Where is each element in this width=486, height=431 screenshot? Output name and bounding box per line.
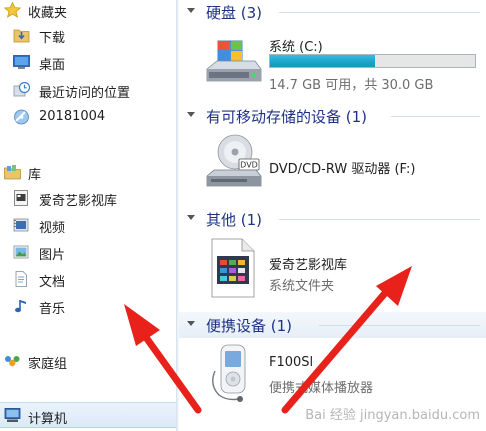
group-title: 有可移动存储的设备 (1) (206, 108, 368, 126)
chevron-down-icon (187, 215, 195, 220)
svg-text:DVD: DVD (240, 161, 258, 170)
documents-icon (15, 271, 27, 287)
nav-item-label: 图片 (39, 248, 66, 263)
nav-libraries[interactable]: 库 (0, 161, 176, 183)
music-icon (15, 300, 26, 313)
nav-computer-label: 计算机 (28, 412, 68, 427)
drive-c[interactable]: 系统 (C:) 14.7 GB 可用，共 30.0 GB (179, 30, 479, 94)
media-player-icon (212, 344, 246, 402)
nav-item-music[interactable]: 音乐 (0, 295, 176, 317)
nav-homegroup[interactable]: 家庭组 (0, 350, 176, 372)
portable-device-f100sl[interactable]: F100Sl 便携式媒体播放器 (179, 343, 479, 413)
group-divider (279, 12, 480, 13)
disc-folder-icon (14, 109, 29, 125)
nav-item-downloads[interactable]: 下载 (0, 24, 176, 46)
nav-item-label: 文档 (39, 275, 66, 290)
iqiyi-library-item[interactable]: 爱奇艺影视库 系统文件夹 (179, 236, 479, 302)
desktop-icon (13, 55, 30, 69)
chevron-down-icon (187, 112, 195, 117)
drive-usage-bar (269, 54, 476, 68)
star-icon (4, 2, 21, 18)
nav-computer[interactable]: 计算机 (0, 402, 176, 428)
group-divider (391, 116, 480, 117)
group-hard-disks[interactable]: 硬盘 (3) (179, 0, 486, 24)
nav-item-pictures[interactable]: 图片 (0, 241, 176, 263)
nav-item-label: 下载 (39, 31, 66, 46)
navigation-pane: 收藏夹 下载 桌面 最近访问的位置 20181004 库 爱奇艺影视库 视频 图… (0, 0, 176, 431)
computer-icon (4, 408, 21, 422)
drive-free-space: 14.7 GB 可用，共 30.0 GB (269, 78, 434, 93)
group-portable-devices[interactable]: 便携设备 (1) (179, 312, 486, 338)
group-divider (279, 219, 480, 220)
homegroup-icon (5, 356, 20, 367)
device-name: F100Sl (269, 355, 314, 370)
group-removable-storage[interactable]: 有可移动存储的设备 (1) (179, 104, 486, 128)
nav-favorites[interactable]: 收藏夹 (0, 0, 176, 21)
media-library-icon (14, 190, 28, 206)
group-divider (319, 325, 480, 326)
nav-libraries-label: 库 (28, 168, 42, 183)
nav-item-videos[interactable]: 视频 (0, 214, 176, 236)
nav-homegroup-label: 家庭组 (28, 357, 68, 372)
group-other[interactable]: 其他 (1) (179, 207, 486, 231)
device-type: 便携式媒体播放器 (269, 381, 374, 396)
hard-drive-icon (206, 40, 262, 82)
chevron-down-icon (187, 321, 195, 326)
nav-item-label: 爱奇艺影视库 (39, 194, 118, 209)
dvd-drive[interactable]: DVD DVD/CD-RW 驱动器 (F:) (179, 132, 479, 198)
system-folder-icon (211, 238, 255, 298)
downloads-folder-icon (13, 29, 30, 43)
nav-favorites-label: 收藏夹 (28, 6, 68, 21)
dvd-drive-icon: DVD (206, 134, 262, 187)
recent-places-icon (13, 82, 30, 97)
group-title: 硬盘 (3) (206, 4, 263, 22)
chevron-down-icon (187, 8, 195, 13)
item-name: 爱奇艺影视库 (269, 258, 348, 273)
group-title: 便携设备 (1) (206, 317, 293, 335)
video-icon (13, 218, 29, 232)
nav-item-label: 视频 (39, 221, 66, 236)
item-type: 系统文件夹 (269, 279, 335, 294)
nav-item-label: 音乐 (39, 302, 66, 317)
drive-name: 系统 (C:) (269, 40, 323, 55)
nav-item-documents[interactable]: 文档 (0, 268, 176, 290)
pictures-icon (13, 245, 29, 259)
nav-item-recent-places[interactable]: 最近访问的位置 (0, 79, 176, 101)
nav-item-iqiyi-library[interactable]: 爱奇艺影视库 (0, 187, 176, 209)
dvd-drive-name: DVD/CD-RW 驱动器 (F:) (269, 162, 416, 177)
content-pane: 硬盘 (3) 系统 (C:) 14.7 GB 可用，共 30.0 GB 有可移动… (179, 0, 486, 431)
nav-item-20181004[interactable]: 20181004 (0, 106, 176, 128)
library-icon (4, 165, 21, 180)
watermark: Bai 经验 jingyan.baidu.com (305, 408, 480, 423)
nav-item-label: 最近访问的位置 (39, 86, 131, 101)
nav-item-desktop[interactable]: 桌面 (0, 51, 176, 73)
drive-usage-fill (270, 55, 375, 67)
group-title: 其他 (1) (206, 211, 263, 229)
nav-item-label: 20181004 (39, 109, 106, 124)
nav-item-label: 桌面 (39, 58, 66, 73)
